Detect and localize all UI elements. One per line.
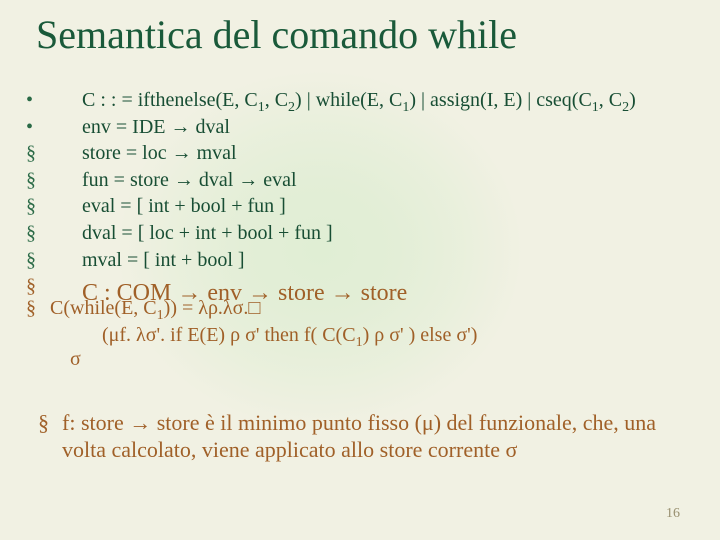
slide-number: 16 (666, 506, 680, 522)
sem-line-body: (μf. λσ'. if E(E) ρ σ' then f( C(C1) ρ σ… (24, 323, 696, 347)
definitions-block: • C : : = ifthenelse(E, C1, C2) | while(… (24, 88, 696, 310)
def-row: § dval = [ loc + int + bool + fun ] (24, 221, 696, 247)
def-line-eval: eval = [ int + bool + fun ] (82, 194, 286, 220)
bullet-section-icon: § (24, 410, 62, 437)
bullet-section-icon: § (24, 168, 82, 194)
slide-title: Semantica del comando while (36, 14, 684, 56)
def-line-fun: fun = store → dval → eval (82, 168, 297, 194)
bullet-section-icon: § (24, 248, 82, 274)
bullet-dot-icon: • (24, 88, 82, 114)
def-line-dval: dval = [ loc + int + bool + fun ] (82, 221, 333, 247)
def-line-mval: mval = [ int + bool ] (82, 248, 245, 274)
def-row: § eval = [ int + bool + fun ] (24, 194, 696, 220)
bullet-dot-icon: • (24, 115, 82, 141)
def-row: § mval = [ int + bool ] (24, 248, 696, 274)
note-text: f: store → store è il minimo punto fisso… (62, 410, 696, 464)
sem-row: § C(while(E, C1)) = λρ.λσ.□ (24, 296, 696, 322)
bullet-section-icon: § (24, 296, 50, 322)
sem-line-sigma: σ (24, 347, 696, 371)
bullet-section-icon: § (24, 194, 82, 220)
def-line-store: store = loc → mval (82, 141, 237, 167)
sem-line-head: C(while(E, C1)) = λρ.λσ.□ (50, 296, 261, 320)
def-row: § store = loc → mval (24, 141, 696, 167)
slide: Semantica del comando while • C : : = if… (0, 0, 720, 540)
bullet-section-icon: § (24, 221, 82, 247)
def-row: • env = IDE → dval (24, 115, 696, 141)
note-row: § f: store → store è il minimo punto fis… (24, 410, 696, 464)
def-line-grammar: C : : = ifthenelse(E, C1, C2) | while(E,… (82, 88, 636, 114)
semantics-block: § C(while(E, C1)) = λρ.λσ.□ (μf. λσ'. if… (24, 296, 696, 371)
bullet-section-icon: § (24, 141, 82, 167)
def-row: • C : : = ifthenelse(E, C1, C2) | while(… (24, 88, 696, 114)
def-row: § fun = store → dval → eval (24, 168, 696, 194)
note-block: § f: store → store è il minimo punto fis… (24, 410, 696, 464)
def-line-env: env = IDE → dval (82, 115, 230, 141)
